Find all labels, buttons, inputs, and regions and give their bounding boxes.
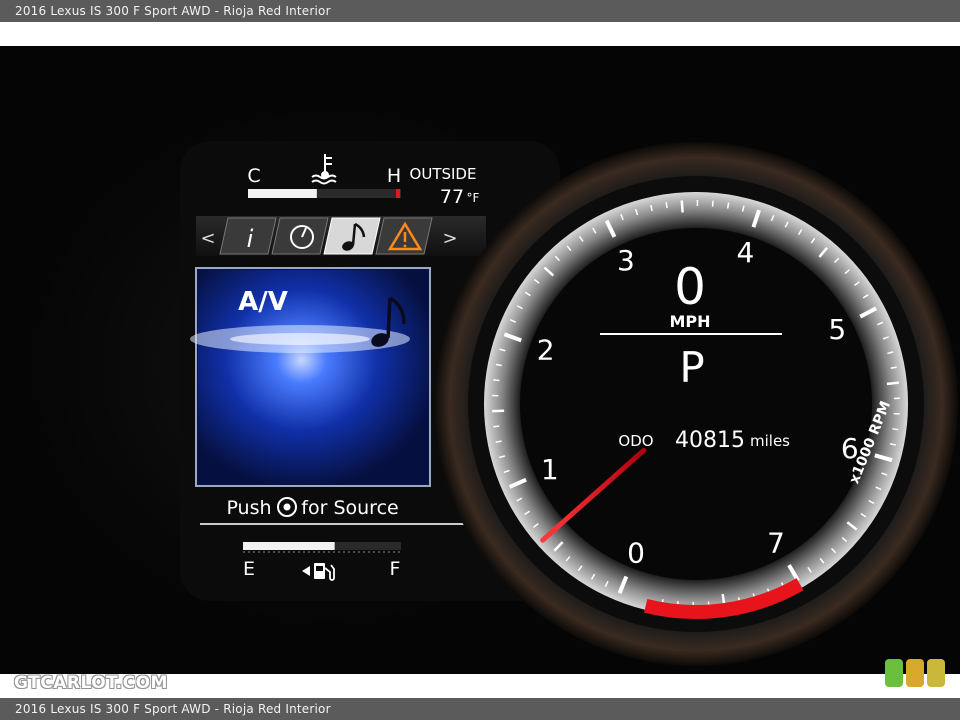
temp-hot-label: H	[387, 165, 401, 187]
tach-label-1: 1	[541, 453, 559, 486]
temp-cold-label: C	[247, 165, 260, 187]
tach-tick	[892, 428, 899, 431]
outside-label: OUTSIDE	[410, 165, 477, 183]
watermark-logo: GTCARLOT.COM	[14, 673, 168, 693]
tach-tick	[680, 200, 684, 213]
tab-prev-arrow[interactable]: <	[200, 228, 215, 249]
tach-tick	[890, 366, 897, 369]
av-hint-suffix: for Source	[301, 497, 398, 519]
gear-indicator: P	[679, 343, 704, 392]
odo-value: 40815	[675, 428, 745, 453]
tab-next-arrow[interactable]: >	[442, 228, 457, 249]
instrument-cluster: C H OUTSIDE 77 °F < i > A/V Push for Sou…	[0, 46, 960, 674]
outside-temp-value: 77	[440, 186, 464, 208]
tach-label-7: 7	[767, 527, 785, 560]
info-icon: i	[247, 225, 254, 253]
tach-tick	[886, 381, 900, 386]
fuel-empty-label: E	[243, 558, 255, 580]
badge-yellow	[927, 659, 945, 687]
tachometer: 0 1 2 3 4 5 6 7 x1000 RPM 0 MPH P ODO 40…	[434, 142, 958, 666]
tach-label-2: 2	[537, 333, 555, 366]
tach-label-5: 5	[828, 313, 846, 346]
menu-tab-strip[interactable]: < i >	[196, 216, 486, 256]
bottom-caption: 2016 Lexus IS 300 F Sport AWD - Rioja Re…	[15, 702, 331, 716]
odo-label: ODO	[618, 432, 653, 450]
bottom-caption-bar: 2016 Lexus IS 300 F Sport AWD - Rioja Re…	[0, 698, 960, 720]
av-hint-prefix: Push	[226, 497, 271, 519]
av-title: A/V	[238, 287, 288, 317]
odo-unit: miles	[750, 432, 790, 450]
speed-unit: MPH	[669, 312, 710, 331]
tach-tick	[711, 200, 714, 207]
badge-orange	[906, 659, 924, 687]
tach-tick	[665, 202, 668, 209]
fuel-gauge-fill	[243, 542, 335, 550]
dashboard-photo: C H OUTSIDE 77 °F < i > A/V Push for Sou…	[0, 46, 960, 674]
top-caption: 2016 Lexus IS 300 F Sport AWD - Rioja Re…	[15, 4, 331, 18]
tach-label-4: 4	[737, 236, 755, 269]
badge-green	[885, 659, 903, 687]
tach-label-0: 0	[627, 536, 645, 569]
temp-gauge-fill	[248, 189, 317, 198]
tach-tick	[493, 379, 500, 382]
fuel-full-label: F	[390, 558, 401, 580]
speed-value: 0	[674, 258, 706, 316]
tach-tick	[493, 425, 500, 428]
outside-temp-unit: °F	[467, 191, 480, 205]
site-badge	[885, 659, 947, 687]
temp-gauge-redzone	[396, 189, 400, 198]
tach-tick	[726, 202, 730, 209]
top-caption-bar: 2016 Lexus IS 300 F Sport AWD - Rioja Re…	[0, 0, 960, 22]
tach-label-3: 3	[617, 244, 635, 277]
